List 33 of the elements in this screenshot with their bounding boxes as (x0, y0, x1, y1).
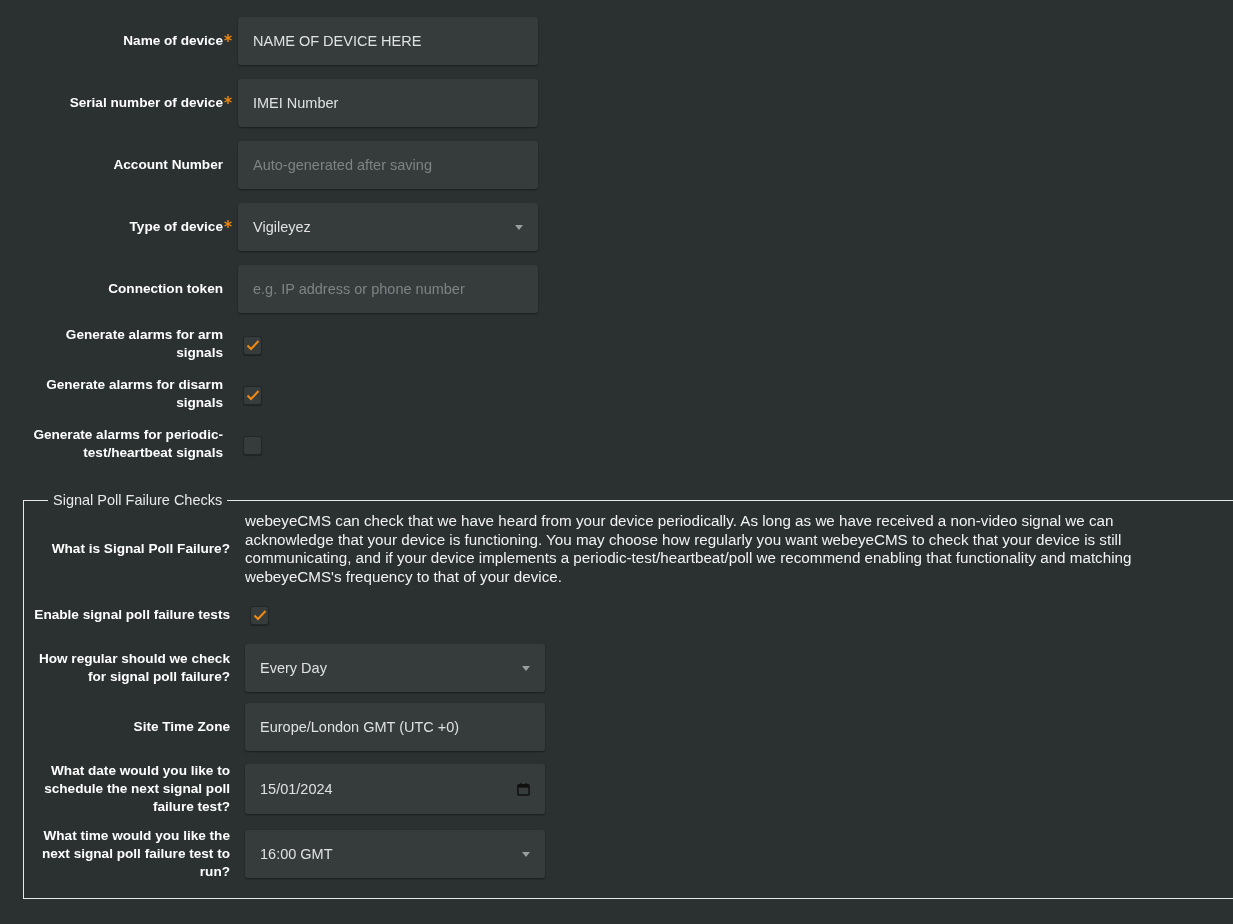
input-field[interactable]: NAME OF DEVICE HERE (238, 17, 538, 65)
caret-icon (522, 665, 530, 671)
field-label: What time would you like the next signal poll failure test to run? (41, 828, 230, 879)
section-legend: Signal Poll Failure Checks (48, 492, 228, 508)
field-label: Site Time Zone (133, 719, 230, 734)
field-label: What date would you like to schedule the next signal poll failure test? (44, 763, 230, 814)
input-field[interactable]: IMEI Number (238, 79, 538, 127)
field-label: How regular should we check for signal poll failure? (38, 651, 230, 684)
input-field[interactable]: Auto-generated after saving (238, 141, 538, 189)
dropdown[interactable]: Every Day (245, 644, 545, 692)
checkbox[interactable] (243, 335, 262, 355)
checkbox[interactable] (243, 385, 262, 405)
field-label: Name of device (123, 33, 223, 48)
info-text: webeyeCMS can check that we have heard from your device periodically. As long as we have received a non-video signal we can acknowledge that your device is functioning. You may choose how regularly you want webeyeCMS to check that your device is still communicating, and if your device implements a periodic-test/heartbeat/poll we recommend enabling that functionality and matching webeyeCMS's frequency to that of your device. (245, 512, 1133, 586)
dropdown[interactable]: Vigileyez (238, 203, 538, 251)
field-label: Serial number of device (69, 95, 223, 110)
checkbox[interactable] (250, 605, 269, 625)
input-field[interactable]: e.g. IP address or phone number (238, 265, 538, 313)
field-label: What is Signal Poll Failure? (51, 541, 230, 556)
field-label: Generate alarms for arm signals (65, 327, 223, 360)
checkbox[interactable] (243, 435, 262, 455)
field-label: Account Number (113, 157, 223, 172)
field-label: Type of device (129, 219, 223, 234)
field-label: Generate alarms for periodic-test/heartbeat signals (33, 427, 223, 460)
calendar-icon (517, 782, 530, 796)
field-label: Generate alarms for disarm signals (46, 377, 223, 410)
field-label: Connection token (108, 281, 223, 296)
input-field[interactable]: Europe/London GMT (UTC +0) (245, 703, 545, 751)
caret-icon (515, 224, 523, 230)
field-label: Enable signal poll failure tests (34, 607, 230, 622)
date-field[interactable]: 15/01/2024 (245, 764, 545, 814)
caret-icon (522, 851, 530, 857)
dropdown[interactable]: 16:00 GMT (245, 830, 545, 878)
